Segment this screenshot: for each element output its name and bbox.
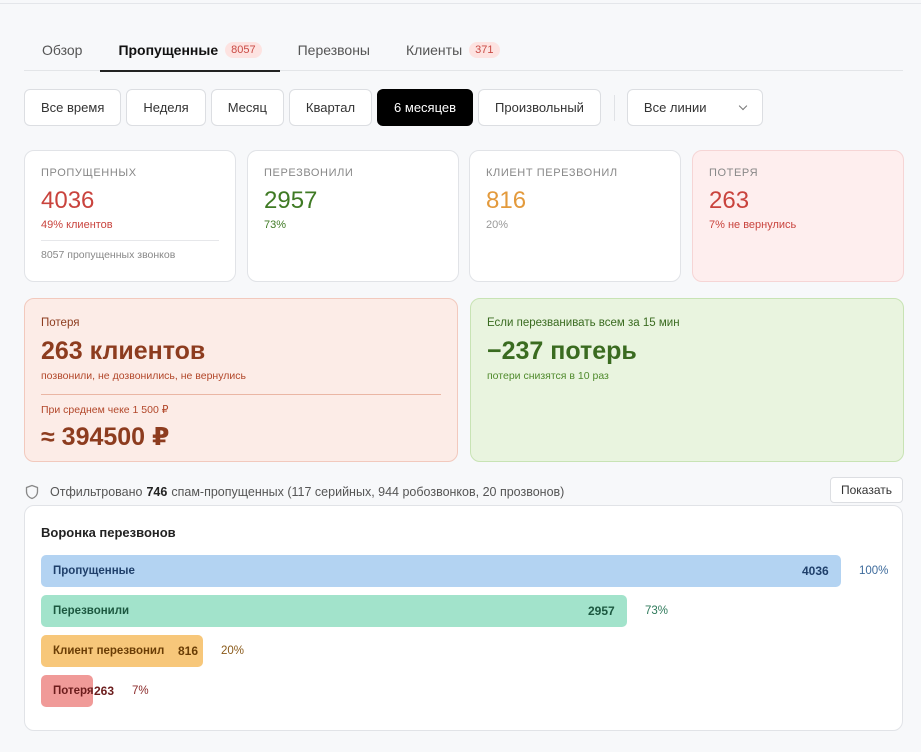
lines-select-value: Все линии <box>643 100 707 115</box>
stat-label: ПЕРЕЗВОНИЛИ <box>264 167 354 179</box>
period-week-button[interactable]: Неделя <box>126 89 206 126</box>
spam-details: спам-пропущенных (117 серийных, 944 робо… <box>171 485 565 499</box>
loss-panel-description: позвонили, не дозвонились, не вернулись <box>41 370 246 382</box>
period-6-months-button[interactable]: 6 месяцев <box>377 89 474 126</box>
save-panel-value: −237 потерь <box>487 337 637 365</box>
loss-panel: Потеря 263 клиентов позвонили, не дозвон… <box>24 298 458 462</box>
stat-card-client-called: КЛИЕНТ ПЕРЕЗВОНИЛ 816 20% <box>469 150 681 282</box>
funnel-row: Перезвонили 2957 73% <box>41 595 903 627</box>
shield-icon <box>25 484 39 500</box>
funnel-bar <box>41 555 841 587</box>
stat-card-loss: ПОТЕРЯ 263 7% не вернулись <box>692 150 904 282</box>
save-panel-label: Если перезванивать всем за 15 мин <box>487 317 680 329</box>
funnel-bar-label: Потеря <box>53 685 94 697</box>
funnel-bar-percent: 73% <box>645 605 669 617</box>
save-panel-description: потери снизятся в 10 раз <box>487 370 609 382</box>
chevron-down-icon <box>738 101 748 111</box>
stat-value: 2957 <box>264 187 318 214</box>
callback-funnel: Воронка перезвонов Пропущенные 4036 100% Пе… <box>24 505 903 731</box>
stat-foot: 8057 пропущенных звонков <box>41 249 176 261</box>
funnel-bar-percent: 100% <box>859 565 889 577</box>
stat-card-called-back: ПЕРЕЗВОНИЛИ 2957 73% <box>247 150 459 282</box>
funnel-bar-value: 816 <box>178 644 199 658</box>
tab-callbacks[interactable]: Перезвоны <box>280 28 388 71</box>
funnel-bar-label: Перезвонили <box>53 605 130 617</box>
funnel-row: Клиент перезвонил 816 20% <box>41 635 903 667</box>
loss-panel-sum: ≈ 394500 ₽ <box>41 423 170 451</box>
stat-card-missed: ПРОПУЩЕННЫХ 4036 49% клиентов 8057 пропу… <box>24 150 236 282</box>
period-month-button[interactable]: Месяц <box>210 89 284 126</box>
main-tabs: Обзор Пропущенные 8057 Перезвоны Клиенты… <box>24 28 903 72</box>
save-panel: Если перезванивать всем за 15 мин −237 п… <box>470 298 904 462</box>
loss-panel-divider <box>41 394 441 395</box>
stat-value: 4036 <box>41 187 95 214</box>
tab-label: Обзор <box>42 41 83 58</box>
loss-panel-label: Потеря <box>41 317 80 329</box>
funnel-bar-value: 263 <box>94 684 115 698</box>
funnel-bar-label: Пропущенные <box>53 565 135 577</box>
period-custom-button[interactable]: Произвольный <box>478 89 601 126</box>
stat-sub: 49% клиентов <box>41 219 113 231</box>
period-filters: Все время Неделя Месяц Квартал 6 месяцев… <box>24 89 763 126</box>
stat-value: 263 <box>709 187 750 214</box>
funnel-row: Потеря 263 7% <box>41 675 903 707</box>
funnel-bar-value: 2957 <box>588 604 615 618</box>
spam-filter-row: Отфильтровано 746 спам-пропущенных (117 … <box>24 477 903 503</box>
spam-count: 746 <box>146 485 168 499</box>
stat-sub: 73% <box>264 219 287 231</box>
stat-label: КЛИЕНТ ПЕРЕЗВОНИЛ <box>486 167 618 179</box>
stat-divider <box>41 240 219 241</box>
filter-separator <box>613 94 615 121</box>
period-all-time-button[interactable]: Все время <box>24 89 122 126</box>
loss-panel-avg-check: При среднем чеке 1 500 ₽ <box>41 404 169 416</box>
tab-label: Пропущенные <box>118 41 219 58</box>
funnel-bar-label: Клиент перезвонил <box>53 645 165 657</box>
funnel-bar-percent: 20% <box>221 645 245 657</box>
tab-label: Клиенты <box>406 41 463 58</box>
funnel-bar-percent: 7% <box>132 685 149 697</box>
tab-badge: 371 <box>469 41 500 58</box>
tab-overview[interactable]: Обзор <box>24 28 100 71</box>
tab-badge: 8057 <box>225 41 262 58</box>
tab-clients[interactable]: Клиенты 371 <box>388 28 518 71</box>
loss-panel-clients: 263 клиентов <box>41 337 206 365</box>
stat-value: 816 <box>486 187 527 214</box>
funnel-title: Воронка перезвонов <box>41 525 176 540</box>
stat-sub: 7% не вернулись <box>709 219 797 231</box>
stat-label: ПРОПУЩЕННЫХ <box>41 167 137 179</box>
lines-select[interactable]: Все линии <box>626 89 763 126</box>
spam-prefix: Отфильтровано <box>50 485 143 499</box>
funnel-bar-value: 4036 <box>802 564 829 578</box>
stat-sub: 20% <box>486 219 509 231</box>
funnel-row: Пропущенные 4036 100% <box>41 555 903 587</box>
show-spam-button[interactable]: Показать <box>829 477 903 503</box>
tab-label: Перезвоны <box>297 41 370 58</box>
tab-missed[interactable]: Пропущенные 8057 <box>100 28 280 72</box>
stat-label: ПОТЕРЯ <box>709 167 759 179</box>
period-quarter-button[interactable]: Квартал <box>288 89 373 126</box>
top-divider <box>0 3 921 4</box>
